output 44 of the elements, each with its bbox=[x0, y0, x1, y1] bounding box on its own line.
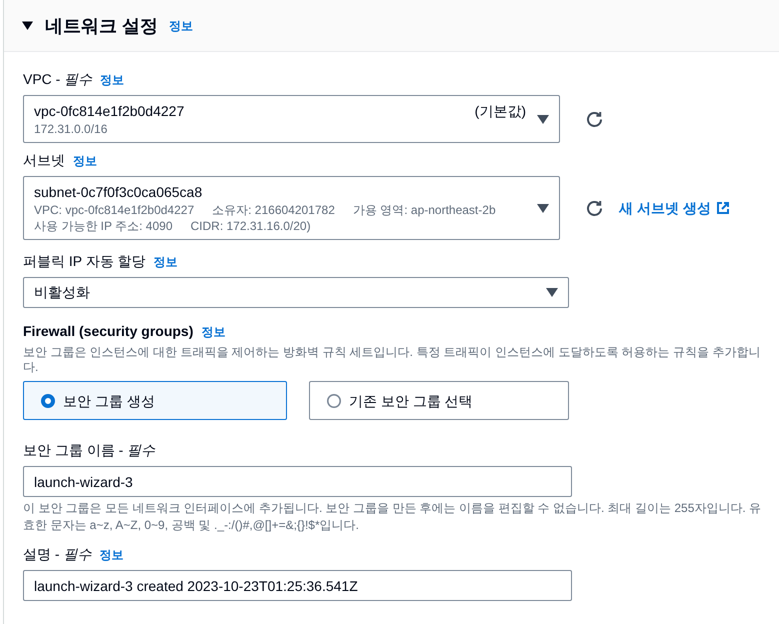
field-label: 설명 - 필수 bbox=[23, 545, 92, 564]
select-value: vpc-0fc814e1f2b0d4227 bbox=[34, 102, 186, 121]
radio-tile[interactable]: 보안 그룹 생성 bbox=[23, 381, 287, 420]
info-link[interactable]: 정보 bbox=[169, 18, 194, 34]
select-detail: CIDR: 172.31.16.0/20) bbox=[190, 218, 311, 234]
info-link[interactable]: 정보 bbox=[154, 254, 178, 270]
section-title: 네트워크 설정 bbox=[45, 14, 158, 38]
radio-icon[interactable] bbox=[327, 394, 341, 408]
external-link-icon bbox=[716, 202, 729, 214]
info-link[interactable]: 정보 bbox=[100, 72, 124, 88]
select-value: 비활성화 bbox=[34, 283, 91, 302]
select-detail: 사용 가능한 IP 주소: 4090 bbox=[34, 218, 172, 234]
text-input[interactable]: launch-wizard-3 created 2023-10-23T01:25:36.541Z bbox=[23, 570, 572, 601]
refresh-icon[interactable] bbox=[586, 110, 603, 128]
field-label: 서브넷 bbox=[23, 151, 65, 170]
refresh-icon[interactable] bbox=[586, 200, 603, 216]
default-tag: (기본값) bbox=[474, 101, 526, 121]
help-text: 보안 그룹은 인스턴스에 대한 트래픽을 제어하는 방화벽 규칙 세트입니다. 특정 트래픽이 인스턴스에 도달하도록 허용하는 규칙을 추가합니다. bbox=[23, 345, 762, 375]
select-value: subnet-0c7f0f3c0ca065ca8 bbox=[34, 183, 204, 202]
select-detail: VPC: vpc-0fc814e1f2b0d4227 bbox=[34, 202, 194, 218]
caret-down-icon bbox=[546, 288, 558, 296]
info-link[interactable]: 정보 bbox=[99, 547, 124, 563]
text-input[interactable]: launch-wizard-3 bbox=[23, 466, 572, 497]
caret-down-icon bbox=[537, 114, 549, 124]
radio-tile[interactable]: 기존 보안 그룹 선택 bbox=[309, 381, 569, 420]
section-heading: Firewall (security groups) bbox=[23, 322, 194, 341]
info-link[interactable]: 정보 bbox=[73, 153, 97, 169]
field-label: 퍼블릭 IP 자동 할당 bbox=[23, 252, 146, 271]
radio-selected-icon[interactable] bbox=[41, 394, 55, 408]
select-dropdown[interactable]: vpc-0fc814e1f2b0d4227 172.31.0.0/16 (기본값) bbox=[23, 95, 560, 143]
info-link[interactable]: 정보 bbox=[201, 324, 226, 340]
option-label: 보안 그룹 생성 bbox=[63, 392, 155, 410]
caret-down-icon[interactable] bbox=[22, 20, 33, 31]
select-dropdown[interactable]: 비활성화 bbox=[23, 277, 569, 308]
select-detail: 소유자: 216604201782 bbox=[212, 202, 335, 218]
field-label: 보안 그룹 이름 - 필수 bbox=[23, 441, 156, 460]
caret-down-icon bbox=[537, 204, 549, 212]
field-label: VPC - 필수 bbox=[23, 70, 92, 89]
select-detail: 가용 영역: ap-northeast-2b bbox=[352, 202, 496, 218]
select-dropdown[interactable]: subnet-0c7f0f3c0ca065ca8 VPC: vpc-0fc814e1f2b0d4227 소유자: 216604201782 가용 영역: ap-northeast-2b 사용 가능한 IP 주소: 4090 CIDR: 172.31.16.0/20) bbox=[23, 176, 560, 240]
create-link[interactable]: 새 서브넷 생성 bbox=[619, 198, 729, 218]
select-detail: 172.31.0.0/16 bbox=[34, 121, 108, 137]
option-label: 기존 보안 그룹 선택 bbox=[349, 392, 473, 410]
help-text: 이 보안 그룹은 모든 네트워크 인터페이스에 추가됩니다. 보안 그룹을 만든 후에는 이름을 편집할 수 없습니다. 최대 길이는 255자입니다. 유효한 문자는 a~z, A~Z, 0~9, 공백 및 ._-:/()#,@[]+=&;{}!$*입니다. bbox=[23, 500, 762, 534]
